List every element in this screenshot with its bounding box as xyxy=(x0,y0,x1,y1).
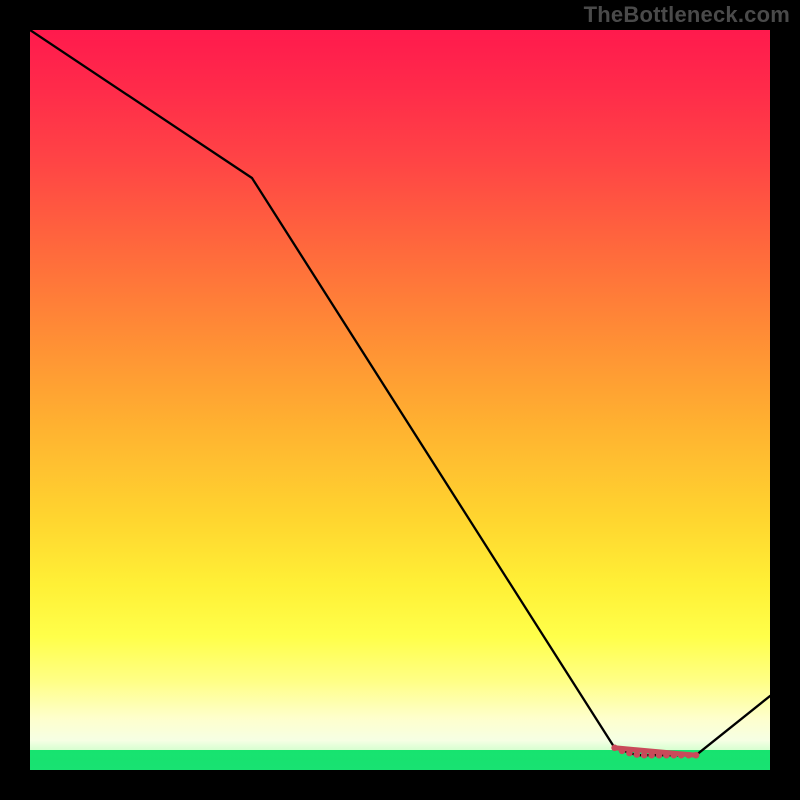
curve-marker xyxy=(693,752,700,759)
curve-marker xyxy=(671,752,678,759)
curve-marker xyxy=(619,748,626,755)
marker-group xyxy=(611,745,699,759)
curve-marker xyxy=(641,752,648,759)
curve-marker xyxy=(611,745,618,752)
curve-marker xyxy=(663,752,670,759)
bottleneck-curve xyxy=(30,30,770,755)
curve-marker xyxy=(656,752,663,759)
chart-svg xyxy=(30,30,770,770)
chart-frame: TheBottleneck.com xyxy=(0,0,800,800)
plot-area xyxy=(30,30,770,770)
curve-marker xyxy=(685,752,692,759)
curve-marker xyxy=(634,751,641,758)
curve-marker xyxy=(626,750,633,757)
watermark-text: TheBottleneck.com xyxy=(584,2,790,28)
curve-marker xyxy=(678,752,685,759)
curve-marker xyxy=(648,752,655,759)
